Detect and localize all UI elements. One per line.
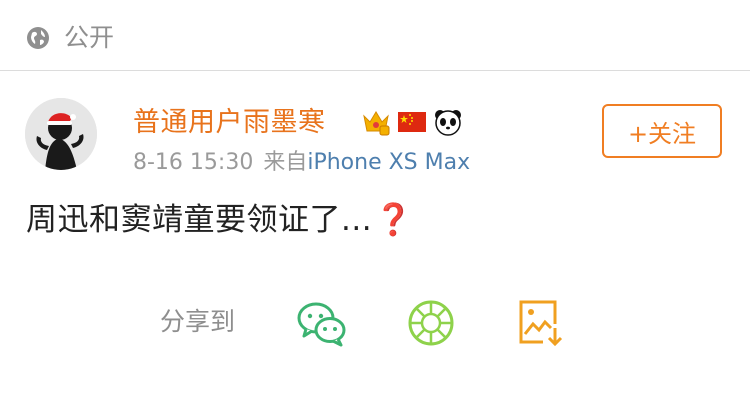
post-text: 周迅和窦靖童要领证了... [26,202,373,238]
save-image-icon[interactable] [515,298,565,348]
avatar[interactable] [25,98,97,170]
user-badges [361,106,463,138]
post-content: 周迅和窦靖童要领证了...❓ [26,198,413,242]
post-meta: 8-16 15:30 来自iPhone XS Max [133,148,470,178]
follow-button[interactable]: +关注 [602,104,722,158]
share-label: 分享到 [160,307,236,336]
username[interactable]: 普通用户雨墨寒 [133,104,326,142]
panda-icon [433,107,463,137]
visibility-bar: 公开 [0,0,750,71]
post-time: 8-16 15:30 [133,150,254,175]
wechat-icon[interactable] [297,298,347,348]
source-device[interactable]: iPhone XS Max [307,150,470,175]
china-flag-icon [397,107,427,137]
question-mark-emoji: ❓ [374,202,414,238]
globe-icon [27,27,49,49]
source-prefix: 来自 [263,150,308,175]
moments-icon[interactable] [406,298,456,348]
visibility-label: 公开 [64,23,115,52]
crown-badge-icon[interactable] [361,107,391,137]
